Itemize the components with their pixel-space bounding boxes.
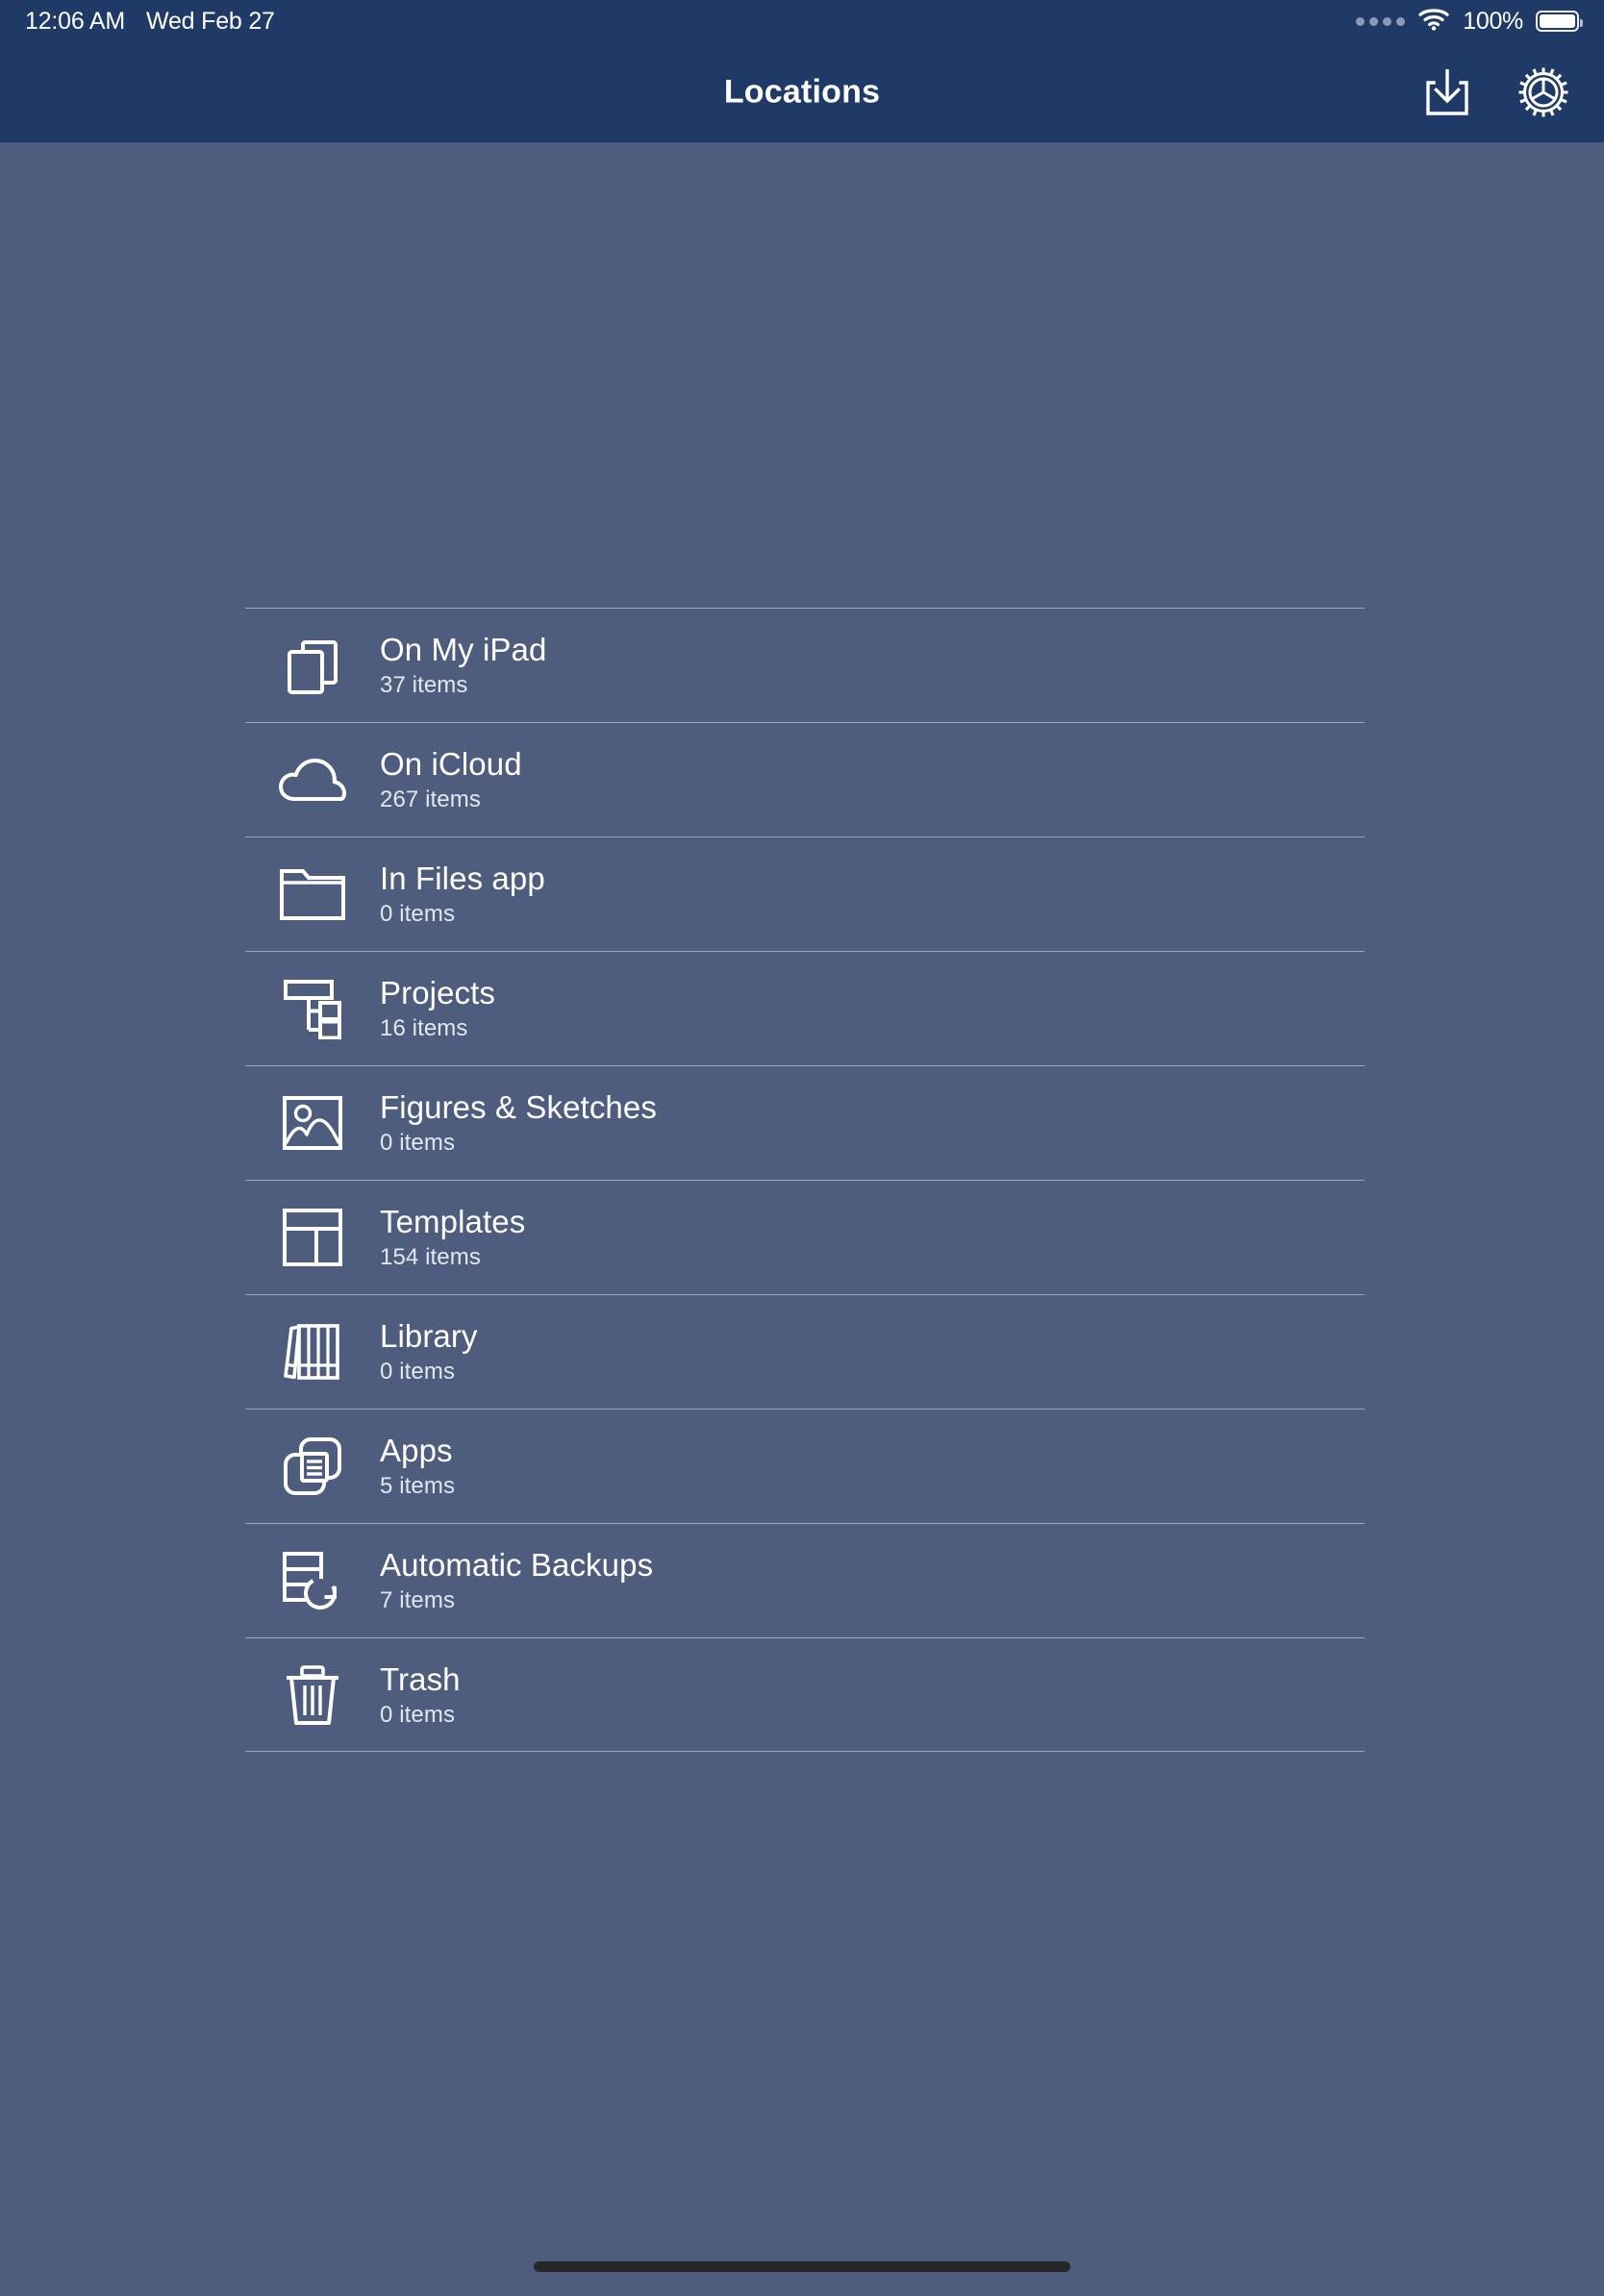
list-item-text: Figures & Sketches 0 items (380, 1089, 657, 1157)
list-item-label: Library (380, 1318, 478, 1354)
list-item[interactable]: On My iPad 37 items (245, 608, 1365, 722)
list-item-label: On My iPad (380, 632, 547, 667)
list-item-text: Templates 154 items (380, 1204, 525, 1271)
list-item-label: Figures & Sketches (380, 1089, 657, 1125)
status-bar-left: 12:06 AM Wed Feb 27 (25, 8, 275, 36)
signal-dots-icon (1356, 16, 1406, 26)
wifi-icon (1417, 7, 1450, 36)
list-item-label: Projects (380, 975, 496, 1011)
status-time: 12:06 AM (25, 7, 126, 35)
list-item[interactable]: In Files app 0 items (245, 836, 1365, 951)
list-item-label: Automatic Backups (380, 1547, 654, 1583)
list-item-label: On iCloud (380, 746, 522, 782)
list-item-count: 16 items (380, 1015, 468, 1041)
list-item-text: Library 0 items (380, 1318, 478, 1385)
list-item-label: In Files app (380, 861, 545, 896)
locations-list: On My iPad 37 items On iCloud 267 items (245, 608, 1365, 1752)
page-title: Locations (723, 73, 881, 111)
settings-button[interactable] (1516, 64, 1571, 120)
list-item-label: Apps (380, 1433, 453, 1468)
hierarchy-tree-icon (245, 978, 380, 1039)
gear-icon (1516, 65, 1570, 119)
list-item-count: 0 items (380, 1359, 456, 1385)
trash-icon (245, 1664, 380, 1726)
list-item[interactable]: Figures & Sketches 0 items (245, 1065, 1365, 1180)
books-shelf-icon (245, 1321, 380, 1383)
list-item[interactable]: Projects 16 items (245, 951, 1365, 1065)
list-item[interactable]: Templates 154 items (245, 1180, 1365, 1294)
list-item-text: Automatic Backups 7 items (380, 1547, 653, 1614)
list-item-count: 7 items (380, 1587, 456, 1613)
list-item-text: In Files app 0 items (380, 861, 545, 928)
battery-percent: 100% (1463, 7, 1523, 35)
list-item[interactable]: Automatic Backups 7 items (245, 1523, 1365, 1637)
navigation-bar: Locations (0, 42, 1604, 142)
import-download-icon (1424, 67, 1470, 117)
list-item-text: On My iPad 37 items (380, 632, 546, 699)
list-item[interactable]: Library 0 items (245, 1294, 1365, 1409)
status-date: Wed Feb 27 (146, 7, 275, 35)
list-item[interactable]: Trash 0 items (245, 1637, 1365, 1752)
home-indicator[interactable] (534, 2261, 1070, 2272)
navigation-actions (1419, 64, 1571, 120)
list-item-label: Templates (380, 1204, 526, 1239)
list-item-text: Apps 5 items (380, 1433, 455, 1500)
app-screen: 12:06 AM Wed Feb 27 100% Locations On My… (0, 0, 1604, 2296)
list-item-count: 267 items (380, 786, 481, 812)
folder-icon (245, 866, 380, 922)
list-item-text: On iCloud 267 items (380, 746, 522, 813)
image-picture-icon (245, 1092, 380, 1154)
database-refresh-icon (245, 1550, 380, 1611)
list-item-count: 5 items (380, 1473, 456, 1499)
list-item-text: Projects 16 items (380, 975, 495, 1042)
apps-documents-icon (245, 1435, 380, 1497)
documents-stack-icon (245, 635, 380, 696)
battery-icon (1536, 11, 1583, 32)
list-item-count: 0 items (380, 1701, 456, 1728)
list-item-count: 154 items (380, 1244, 481, 1270)
list-item-count: 0 items (380, 901, 456, 927)
list-item[interactable]: Apps 5 items (245, 1409, 1365, 1523)
cloud-icon (245, 753, 380, 807)
import-button[interactable] (1419, 64, 1475, 120)
list-item-count: 0 items (380, 1130, 456, 1156)
status-bar-right: 100% (1356, 7, 1583, 36)
status-bar: 12:06 AM Wed Feb 27 100% (0, 0, 1604, 42)
list-item-label: Trash (380, 1660, 461, 1697)
list-item-count: 37 items (380, 672, 468, 698)
layout-grid-icon (245, 1207, 380, 1268)
list-item[interactable]: On iCloud 267 items (245, 722, 1365, 836)
list-item-text: Trash 0 items (380, 1661, 461, 1729)
